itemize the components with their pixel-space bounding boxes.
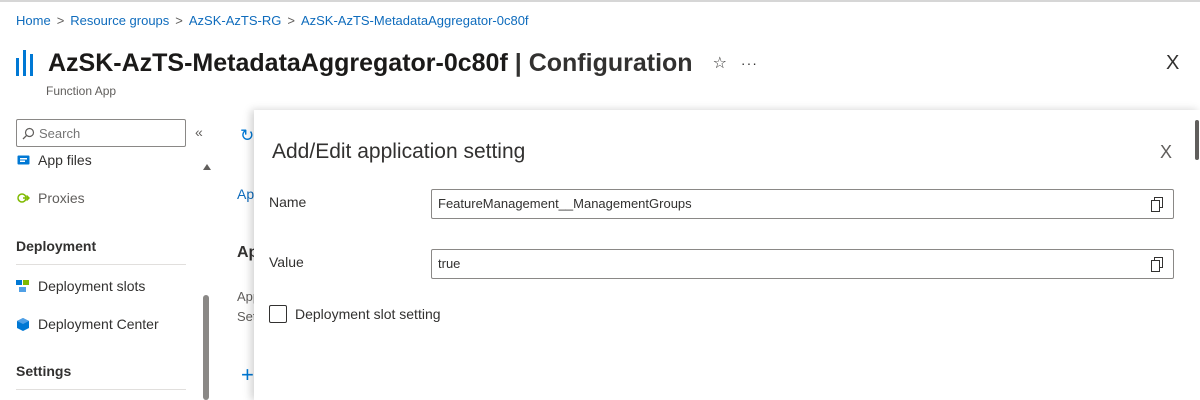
sidebar-item-label: Proxies bbox=[38, 190, 85, 206]
proxies-icon bbox=[16, 191, 30, 205]
close-page-button[interactable]: X bbox=[1166, 52, 1179, 75]
copy-icon[interactable] bbox=[1151, 197, 1163, 217]
sidebar-item-label: Deployment slots bbox=[38, 278, 146, 294]
name-field[interactable] bbox=[431, 189, 1174, 219]
resource-type: Function App bbox=[46, 84, 117, 98]
search-input[interactable] bbox=[39, 125, 169, 141]
copy-icon[interactable] bbox=[1151, 257, 1163, 277]
deployment-slots-icon bbox=[16, 279, 30, 293]
name-input[interactable] bbox=[438, 196, 1128, 211]
sidebar-item-deployment-center[interactable]: Deployment Center bbox=[16, 316, 159, 332]
breadcrumb-separator: > bbox=[175, 13, 183, 28]
breadcrumb-resource-groups[interactable]: Resource groups bbox=[70, 13, 169, 28]
favorite-star-icon[interactable]: ☆ bbox=[713, 53, 727, 73]
sidebar-item-deployment-slots[interactable]: Deployment slots bbox=[16, 278, 145, 294]
refresh-icon[interactable]: ↻ bbox=[240, 126, 254, 146]
breadcrumb-home[interactable]: Home bbox=[16, 13, 51, 28]
checkbox-box[interactable] bbox=[269, 305, 287, 323]
resource-name: AzSK-AzTS-MetadataAggregator-0c80f bbox=[48, 48, 508, 77]
deployment-slot-setting-checkbox[interactable]: Deployment slot setting bbox=[269, 305, 441, 323]
panel-scrollbar[interactable] bbox=[1195, 120, 1199, 160]
sidebar-scrollbar[interactable] bbox=[203, 295, 209, 400]
more-options-icon[interactable]: ··· bbox=[741, 55, 758, 71]
collapse-sidebar-button[interactable]: « bbox=[195, 124, 203, 140]
breadcrumb-function-app[interactable]: AzSK-AzTS-MetadataAggregator-0c80f bbox=[301, 13, 529, 28]
section-divider bbox=[16, 264, 186, 265]
panel-title: Add/Edit application setting bbox=[272, 140, 526, 163]
page-title: AzSK-AzTS-MetadataAggregator-0c80f | Con… bbox=[48, 49, 693, 78]
value-label: Value bbox=[269, 254, 304, 270]
breadcrumb-separator: > bbox=[287, 13, 295, 28]
sidebar-section-deployment: Deployment bbox=[16, 238, 97, 254]
section-divider bbox=[16, 389, 186, 390]
breadcrumb-resource-group[interactable]: AzSK-AzTS-RG bbox=[189, 13, 281, 28]
sidebar-item-app-files[interactable]: App files bbox=[16, 152, 92, 168]
sidebar-section-settings: Settings bbox=[16, 363, 72, 379]
deployment-center-icon bbox=[16, 317, 30, 331]
sidebar-item-proxies[interactable]: Proxies bbox=[16, 190, 85, 206]
breadcrumb-separator: > bbox=[56, 13, 65, 28]
checkbox-label: Deployment slot setting bbox=[295, 306, 441, 322]
search-icon bbox=[22, 127, 35, 139]
app-files-icon bbox=[16, 153, 30, 167]
add-edit-setting-panel: Add/Edit application setting X Name Valu… bbox=[254, 110, 1200, 400]
function-app-logo-icon bbox=[16, 50, 38, 76]
sidebar-item-label: App files bbox=[38, 152, 92, 168]
sidebar-item-label: Deployment Center bbox=[38, 316, 159, 332]
top-border bbox=[0, 0, 1200, 2]
page-header: AzSK-AzTS-MetadataAggregator-0c80f | Con… bbox=[16, 46, 758, 80]
page-name: Configuration bbox=[528, 48, 693, 77]
scroll-up-arrow-icon[interactable] bbox=[203, 164, 211, 170]
add-icon[interactable]: + bbox=[241, 362, 254, 388]
breadcrumb: Home > Resource groups > AzSK-AzTS-RG > AzSK-A… bbox=[16, 13, 529, 28]
title-divider: | bbox=[514, 48, 522, 77]
close-icon[interactable]: X bbox=[1160, 142, 1172, 163]
sidebar-search[interactable] bbox=[16, 119, 186, 147]
value-field[interactable] bbox=[431, 249, 1174, 279]
name-label: Name bbox=[269, 194, 307, 210]
value-input[interactable] bbox=[438, 256, 1128, 271]
